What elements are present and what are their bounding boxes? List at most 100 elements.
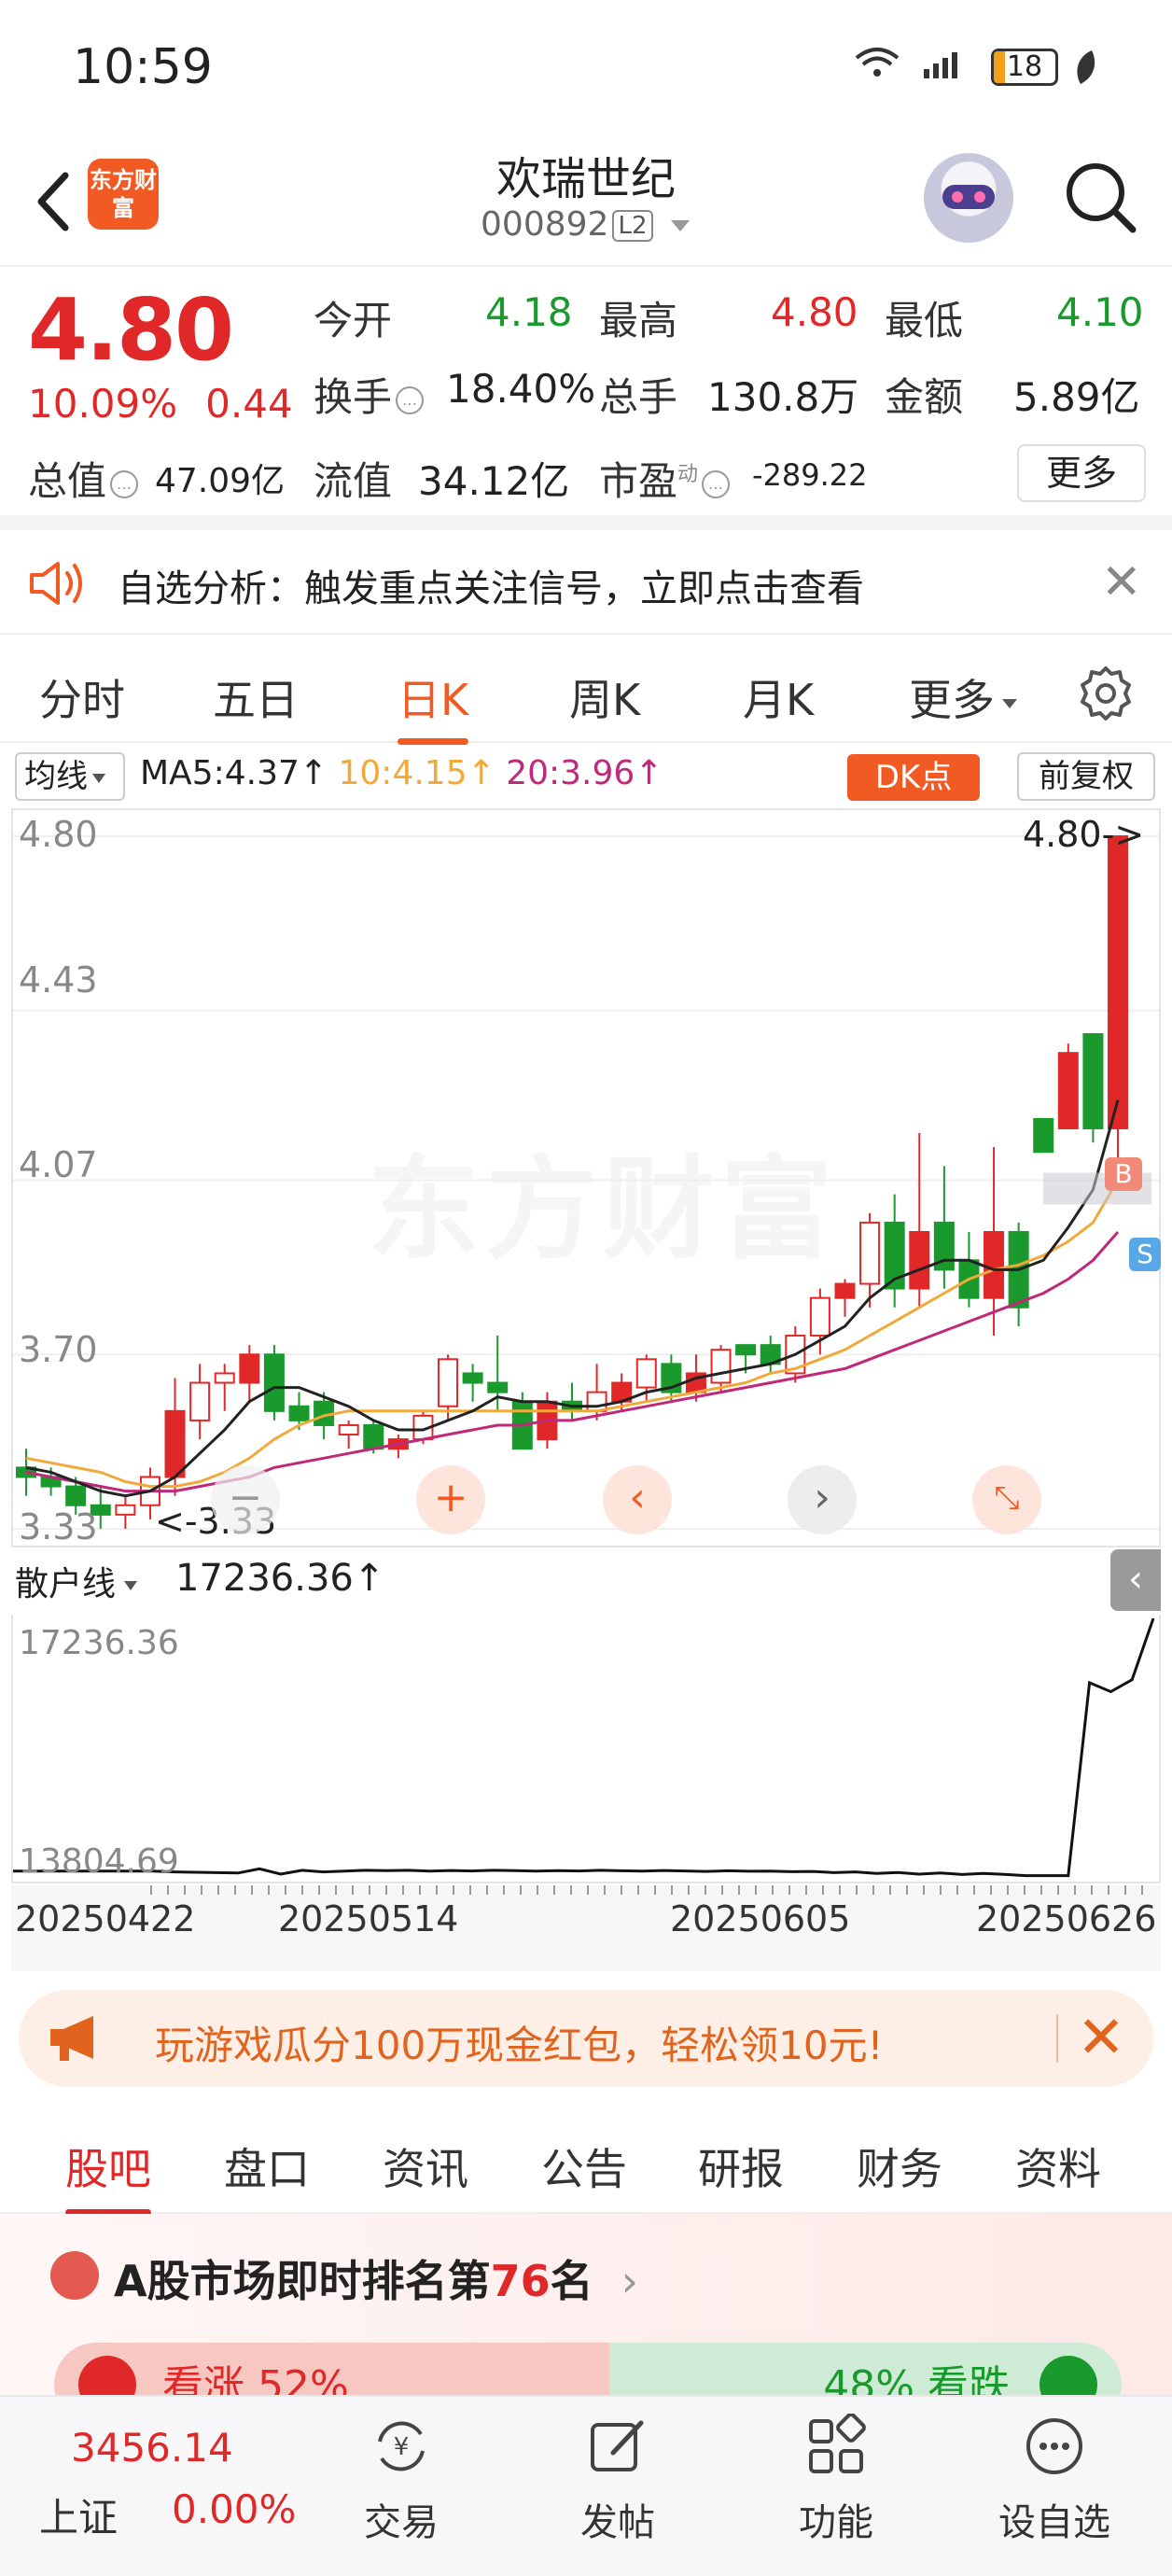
sub-indicator-select[interactable]: 散户线 [15, 1557, 138, 1605]
y-tick: 4.07 [19, 1144, 98, 1185]
candle-body [735, 1344, 757, 1356]
tab-five-day[interactable]: 五日 [213, 666, 299, 728]
candle-body [1108, 835, 1128, 1129]
sub-indicator-bar: 散户线 17236.36↑ ‹ [11, 1549, 1161, 1617]
more-dots-icon [1026, 2418, 1082, 2474]
tab-order-book[interactable]: 盘口 [224, 2135, 310, 2197]
tab-financials[interactable]: 财务 [857, 2135, 942, 2197]
level-badge: L2 [612, 210, 653, 242]
zoom-out-button[interactable]: − [211, 1465, 280, 1534]
tab-intraday[interactable]: 分时 [39, 666, 125, 728]
promo-banner[interactable]: 玩游戏瓜分100万现金红包，轻松领10元! ✕ [19, 1990, 1153, 2087]
market-cap-value: 47.09亿 [155, 462, 286, 500]
nav-label: 功能 [799, 2501, 873, 2544]
tab-profile[interactable]: 资料 [1015, 2135, 1101, 2197]
dropdown-triangle-icon [124, 1581, 138, 1590]
price-change: 10.09% 0.44 [28, 381, 293, 427]
index-name[interactable]: 上证 [39, 2486, 118, 2543]
info-icon[interactable]: … [110, 469, 139, 498]
y-tick: 4.43 [19, 959, 98, 1001]
turnover-label[interactable]: 换手… [314, 366, 427, 423]
buy-marker[interactable]: B [1105, 1157, 1142, 1191]
tab-more[interactable]: 更多 [909, 666, 1019, 728]
dropdown-triangle-icon [1002, 698, 1017, 708]
sell-marker[interactable]: S [1129, 1238, 1161, 1271]
candle-body [189, 1381, 211, 1421]
y-tick: 4.80 [19, 814, 98, 855]
bottom-nav: 3456.14 上证 0.00% ¥ 交易 发帖 功能 设自选 [0, 2395, 1172, 2576]
float-cap-value: 34.12亿 [418, 458, 570, 504]
close-icon[interactable]: ✕ [1101, 554, 1142, 610]
retail-line-chart[interactable]: 17236.36 13804.69 [11, 1615, 1161, 1883]
ma-indicator-bar: 均线 MA5:4.37↑ 10:4.15↑ 20:3.96↑ DK点 前复权 [0, 747, 1172, 806]
megaphone-icon [50, 2016, 93, 2061]
rank-card[interactable]: A股市场即时排名第76名 › 看涨 52% 48% 看跌 [0, 2214, 1172, 2427]
candle-body [288, 1405, 310, 1421]
tab-monthly-k[interactable]: 月K [743, 666, 814, 728]
candle-body [1033, 1117, 1054, 1154]
nav-post[interactable]: 发帖 [543, 2414, 692, 2546]
change-percent: 10.09% [28, 381, 178, 427]
date-label: 20250605 [670, 1898, 851, 1939]
analysis-notice[interactable]: 自选分析：触发重点关注信号，立即点击查看 ✕ [0, 530, 1172, 635]
ma5-value: MA5:4.37↑ [140, 754, 328, 792]
tab-daily-k[interactable]: 日K [398, 666, 469, 745]
volume-value: 130.8万 [707, 374, 859, 420]
candle-body [239, 1353, 260, 1384]
index-percent[interactable]: 0.00% [172, 2486, 296, 2532]
amount-value: 5.89亿 [1013, 374, 1140, 420]
tab-news[interactable]: 资讯 [383, 2135, 468, 2197]
tab-forum[interactable]: 股吧 [65, 2135, 151, 2216]
candle-body [438, 1358, 459, 1407]
tab-research[interactable]: 研报 [698, 2135, 784, 2197]
zoom-in-button[interactable]: + [416, 1465, 485, 1534]
assistant-robot-icon[interactable] [924, 153, 1013, 243]
dk-point-button[interactable]: DK点 [847, 754, 980, 801]
info-tabs: 股吧 盘口 资讯 公告 研报 财务 资料 [0, 2106, 1172, 2216]
candle-body [338, 1423, 359, 1436]
candle-body [809, 1296, 830, 1337]
amount-label: 金额 [885, 374, 964, 420]
rank-text[interactable]: A股市场即时排名第76名 › [114, 2247, 638, 2309]
dropdown-triangle-icon [92, 773, 105, 783]
nav-functions[interactable]: 功能 [761, 2413, 911, 2546]
y-tick: 3.33 [19, 1506, 98, 1547]
stock-code-number: 000892 [481, 205, 609, 244]
search-icon[interactable] [1062, 159, 1138, 235]
notice-text[interactable]: 自选分析：触发重点关注信号，立即点击查看 [118, 558, 864, 612]
nav-trade[interactable]: ¥ 交易 [327, 2414, 476, 2546]
info-icon[interactable]: … [702, 469, 731, 498]
nav-label: 设自选 [998, 2501, 1110, 2544]
pe-label[interactable]: 市盈动… [599, 450, 733, 507]
y-tick: 13804.69 [19, 1842, 179, 1881]
open-label: 今开 [314, 298, 393, 343]
candle-body [263, 1353, 285, 1412]
close-icon[interactable]: ✕ [1077, 2003, 1125, 2071]
index-value[interactable]: 3456.14 [71, 2425, 233, 2471]
signal-icons [851, 45, 972, 91]
more-button[interactable]: 更多 [1017, 444, 1146, 502]
ma20-line [25, 1231, 1120, 1493]
candle-body [635, 1358, 657, 1389]
low-label: 最低 [885, 298, 964, 343]
speaker-icon [30, 562, 82, 605]
expand-icon[interactable]: ⤡ [972, 1465, 1041, 1534]
tab-weekly-k[interactable]: 周K [569, 666, 640, 728]
candle-body [164, 1409, 186, 1478]
candlestick-svg [13, 835, 1159, 1530]
tab-announcements[interactable]: 公告 [541, 2135, 627, 2197]
candlestick-chart[interactable]: 东方财富 4.80 4.43 4.07 3.70 3.33 4.80-> <-3… [11, 808, 1161, 1547]
adjust-button[interactable]: 前复权 [1017, 752, 1155, 801]
market-cap-label[interactable]: 总值… [28, 450, 142, 507]
ma-select[interactable]: 均线 [15, 752, 125, 801]
collapse-button[interactable]: ‹ [1110, 1549, 1161, 1611]
nav-add-watchlist[interactable]: 设自选 [980, 2414, 1129, 2546]
scroll-right-button[interactable]: › [788, 1465, 857, 1534]
candle-body [710, 1349, 732, 1384]
dropdown-triangle-icon [670, 220, 690, 231]
date-label: 20250514 [278, 1898, 459, 1939]
info-icon[interactable]: … [396, 385, 425, 414]
scroll-left-button[interactable]: ‹ [603, 1465, 672, 1534]
gear-icon[interactable] [1077, 665, 1135, 722]
promo-text[interactable]: 玩游戏瓜分100万现金红包，轻松领10元! [155, 2014, 883, 2071]
